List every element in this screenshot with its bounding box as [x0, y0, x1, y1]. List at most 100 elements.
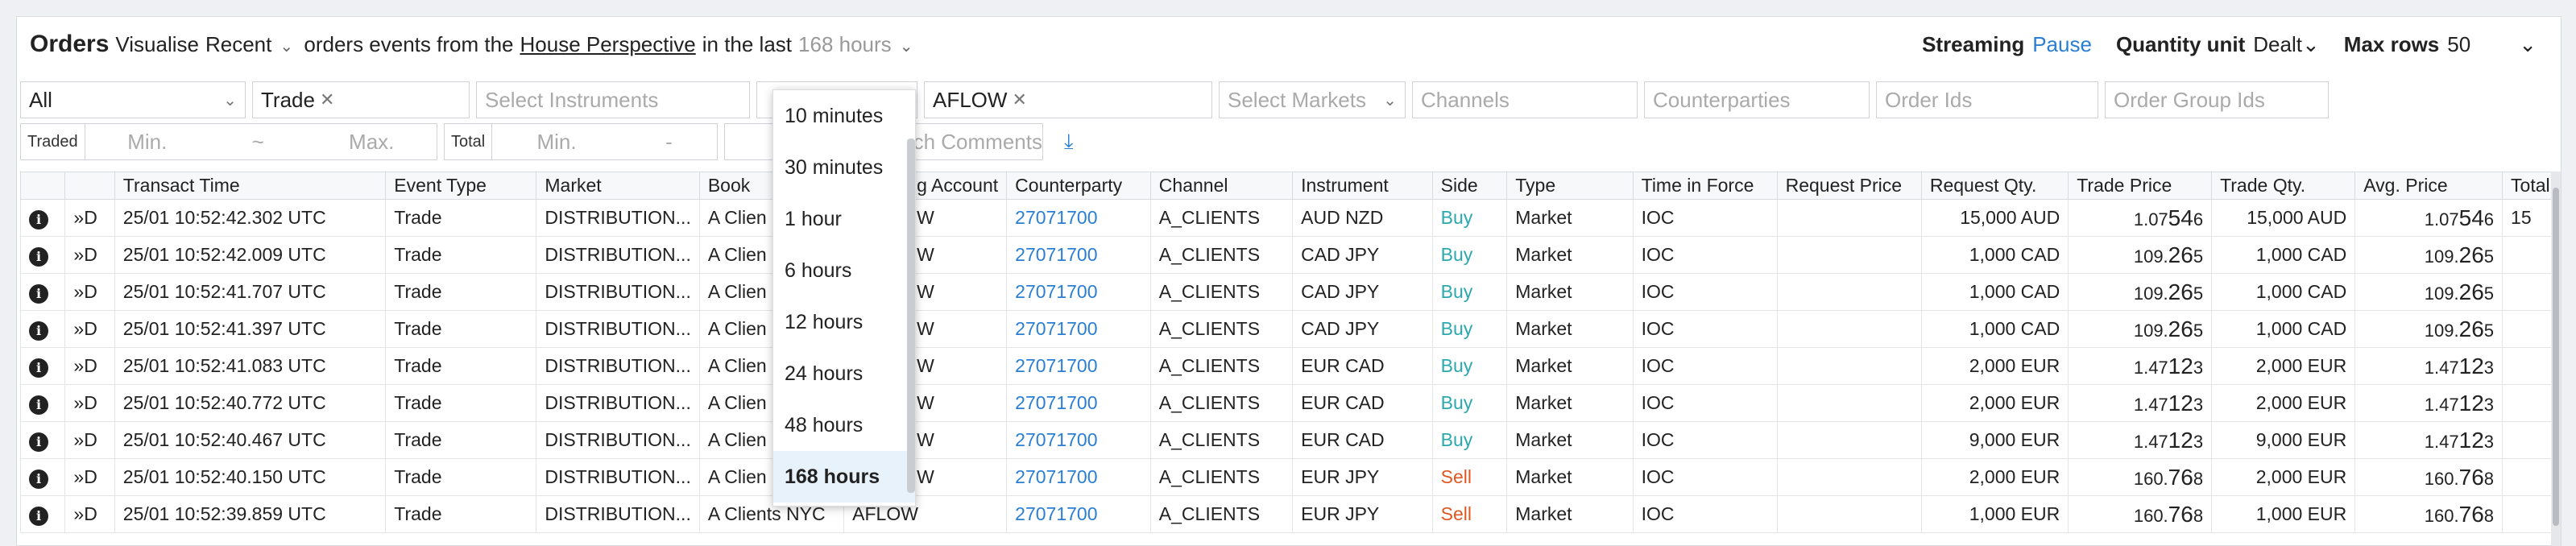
column-header[interactable]: Counterparty — [1006, 172, 1151, 200]
pause-button[interactable]: Pause — [2032, 32, 2092, 57]
row-drilldown-cell[interactable]: »D — [64, 236, 115, 274]
info-icon[interactable]: i — [29, 358, 48, 378]
table-row[interactable]: i »D 25/01 10:52:41.707 UTC Trade DISTRIBUTI… — [19, 273, 2561, 311]
column-header[interactable] — [19, 172, 66, 200]
counterparty-link[interactable]: 27071700 — [1006, 495, 1151, 533]
expand-icon[interactable]: » — [73, 392, 84, 413]
info-icon[interactable]: i — [29, 506, 48, 526]
period-option[interactable]: 48 hours — [773, 399, 915, 451]
row-drilldown-cell[interactable]: »D — [64, 347, 115, 385]
info-icon[interactable]: i — [29, 209, 48, 230]
counterparty-link[interactable]: 27071700 — [1006, 421, 1151, 459]
download-icon[interactable]: ⤓ — [1064, 123, 1074, 160]
remove-tag-icon[interactable]: ✕ — [320, 89, 334, 110]
table-row[interactable]: i »D 25/01 10:52:42.302 UTC Trade DISTRIBUTI… — [19, 199, 2561, 237]
period-option[interactable]: 12 hours — [773, 296, 915, 348]
chevron-down-icon: ⌄ — [280, 37, 294, 56]
row-drilldown-cell[interactable]: »D — [64, 273, 115, 311]
period-option[interactable]: 24 hours — [773, 348, 915, 399]
visualise-select[interactable]: Recent ⌄ — [205, 32, 304, 57]
period-option[interactable]: 10 minutes — [773, 90, 915, 142]
column-header[interactable]: Time in Force — [1632, 172, 1778, 200]
table-row[interactable]: i »D 25/01 10:52:40.150 UTC Trade DISTRIBUTI… — [19, 458, 2561, 496]
event-type-filter[interactable]: Trade ✕ — [252, 81, 470, 118]
info-icon[interactable]: i — [29, 321, 48, 341]
period-option[interactable]: 1 hour — [773, 193, 915, 245]
table-row[interactable]: i »D 25/01 10:52:39.859 UTC Trade DISTRIBUTI… — [19, 495, 2561, 533]
expand-icon[interactable]: » — [73, 503, 84, 524]
row-drilldown-cell[interactable]: »D — [64, 495, 115, 533]
max-rows-select[interactable]: 50 ⌄ — [2447, 32, 2537, 57]
expand-icon[interactable]: » — [73, 318, 84, 339]
quantity-unit-select[interactable]: Dealt⌄ — [2253, 32, 2320, 57]
instruments-select[interactable]: Select Instruments — [476, 81, 750, 118]
period-option[interactable]: 30 minutes — [773, 142, 915, 193]
dropdown-scrollbar[interactable] — [907, 139, 915, 493]
expand-icon[interactable]: » — [73, 281, 84, 302]
column-header[interactable]: Instrument — [1292, 172, 1433, 200]
market: DISTRIBUTION... — [536, 273, 700, 311]
account-filter[interactable]: AFLOW ✕ — [924, 81, 1212, 118]
counterparty-link[interactable]: 27071700 — [1006, 273, 1151, 311]
counterparty-link[interactable]: 27071700 — [1006, 310, 1151, 348]
column-header[interactable]: Request Qty. — [1920, 172, 2069, 200]
all-select[interactable]: All ⌄ — [20, 81, 246, 118]
event-type: Trade — [385, 384, 537, 422]
column-header[interactable]: Avg. Price — [2354, 172, 2504, 200]
column-header[interactable]: Trade Price — [2068, 172, 2213, 200]
table-row[interactable]: i »D 25/01 10:52:42.009 UTC Trade DISTRIBUTI… — [19, 236, 2561, 274]
row-drilldown-cell[interactable]: »D — [64, 384, 115, 422]
order-ids-input[interactable]: Order Ids — [1876, 81, 2098, 118]
column-header[interactable]: Transact Time — [114, 172, 387, 200]
avg-price: 1.07546 — [2354, 199, 2504, 237]
expand-icon[interactable]: » — [73, 207, 84, 228]
counterparty-link[interactable]: 27071700 — [1006, 199, 1151, 237]
table-scrollbar[interactable] — [2551, 172, 2561, 546]
counterparty-link[interactable]: 27071700 — [1006, 384, 1151, 422]
traded-max-input[interactable]: Max. — [349, 130, 394, 155]
event-type: Trade — [385, 199, 537, 237]
column-header[interactable]: Event Type — [385, 172, 537, 200]
trade-price: 109.265 — [2068, 273, 2213, 311]
column-header[interactable]: Type — [1506, 172, 1634, 200]
column-header[interactable]: Side — [1431, 172, 1508, 200]
row-drilldown-cell[interactable]: »D — [64, 421, 115, 459]
period-option[interactable]: 168 hours — [773, 451, 915, 503]
perspective-link[interactable]: House Perspective — [520, 32, 696, 57]
total-min-input[interactable]: Min. — [536, 130, 576, 155]
table-row[interactable]: i »D 25/01 10:52:41.397 UTC Trade DISTRIBUTI… — [19, 310, 2561, 348]
expand-icon[interactable]: » — [73, 466, 84, 487]
expand-icon[interactable]: » — [73, 429, 84, 450]
order-group-ids-input[interactable]: Order Group Ids — [2105, 81, 2329, 118]
table-row[interactable]: i »D 25/01 10:52:41.083 UTC Trade DISTRIBUTI… — [19, 347, 2561, 385]
table-row[interactable]: i »D 25/01 10:52:40.772 UTC Trade DISTRIBUTI… — [19, 384, 2561, 422]
row-info-cell: i — [19, 310, 66, 348]
scrollbar-thumb[interactable] — [2553, 188, 2559, 526]
traded-min-input[interactable]: Min. — [127, 130, 167, 155]
counterparty-link[interactable]: 27071700 — [1006, 347, 1151, 385]
expand-icon[interactable]: » — [73, 244, 84, 265]
row-drilldown-cell[interactable]: »D — [64, 458, 115, 496]
info-icon[interactable]: i — [29, 469, 48, 489]
row-drilldown-cell[interactable]: »D — [64, 310, 115, 348]
info-icon[interactable]: i — [29, 246, 48, 267]
row-drilldown-cell[interactable]: »D — [64, 199, 115, 237]
channels-input[interactable]: Channels — [1412, 81, 1638, 118]
period-select[interactable]: 168 hours ⌄ — [798, 32, 924, 57]
column-header[interactable]: Request Price — [1776, 172, 1922, 200]
info-icon[interactable]: i — [29, 395, 48, 415]
info-icon[interactable]: i — [29, 432, 48, 452]
column-header[interactable]: Market — [536, 172, 700, 200]
counterparty-link[interactable]: 27071700 — [1006, 458, 1151, 496]
markets-select[interactable]: Select Markets ⌄ — [1219, 81, 1406, 118]
table-row[interactable]: i »D 25/01 10:52:40.467 UTC Trade DISTRIBUTI… — [19, 421, 2561, 459]
counterparties-input[interactable]: Counterparties — [1644, 81, 1870, 118]
column-header[interactable] — [64, 172, 115, 200]
period-option[interactable]: 6 hours — [773, 245, 915, 296]
column-header[interactable]: Channel — [1149, 172, 1294, 200]
info-icon[interactable]: i — [29, 283, 48, 304]
column-header[interactable]: Trade Qty. — [2211, 172, 2356, 200]
remove-tag-icon[interactable]: ✕ — [1012, 89, 1026, 110]
counterparty-link[interactable]: 27071700 — [1006, 236, 1151, 274]
expand-icon[interactable]: » — [73, 355, 84, 376]
